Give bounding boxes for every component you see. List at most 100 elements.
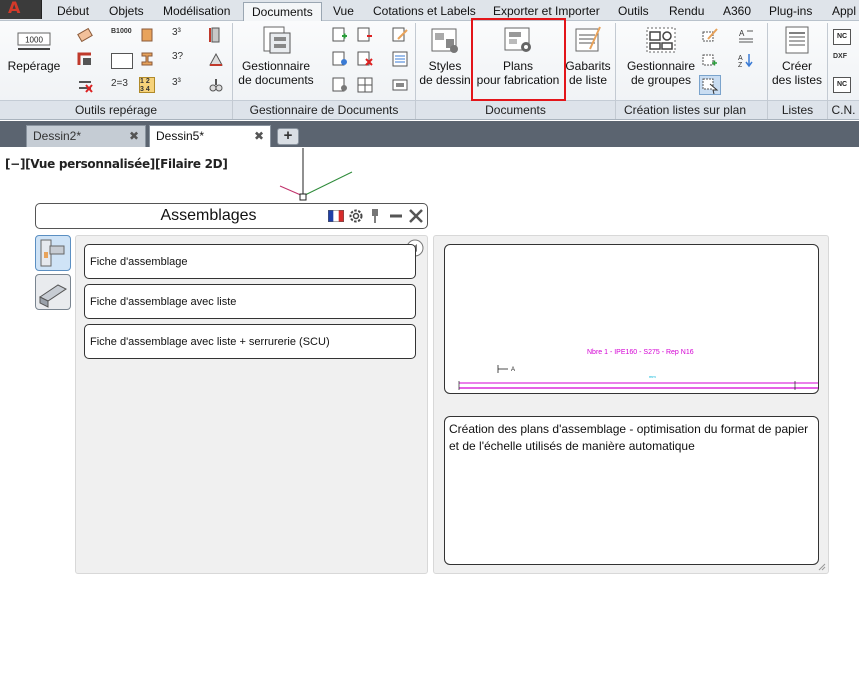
assemblages-dialog-titlebar[interactable]: Assemblages	[35, 203, 428, 229]
profile-mark-icon[interactable]	[139, 27, 155, 43]
dxf-export-icon[interactable]: DXF	[833, 53, 853, 69]
panel-title-gestionnaire-documents: Gestionnaire de Documents	[233, 100, 415, 119]
tab-rendu[interactable]: Rendu	[669, 3, 704, 21]
reperage-button[interactable]: 1000 Repérage	[6, 25, 62, 73]
grid-numbers-icon[interactable]: 1 2 3 4	[139, 77, 155, 93]
gestionnaire-groupes-button[interactable]: Gestionnaire de groupes	[622, 25, 700, 87]
panel-title-documents: Documents	[416, 100, 615, 119]
tab-debut[interactable]: Début	[57, 3, 89, 21]
resize-grip-icon[interactable]	[816, 561, 826, 571]
renumber-question-icon[interactable]: 3?	[172, 51, 188, 67]
template-preview: Nbre 1 - IPE160 - S275 - Rep N16 A mm	[444, 244, 819, 394]
document-grid-icon[interactable]	[357, 77, 373, 93]
update-document-icon[interactable]	[332, 51, 348, 67]
close-icon[interactable]: ✖	[254, 126, 264, 147]
bolt-mark-icon[interactable]	[208, 77, 224, 93]
document-manager-icon	[260, 25, 292, 55]
app-logo-icon: A	[8, 0, 21, 17]
delete-marks-icon[interactable]	[77, 77, 93, 93]
ucs-axes-icon	[279, 148, 353, 201]
svg-text:A: A	[511, 367, 515, 373]
doc-tab-dessin2[interactable]: Dessin2* ✖	[26, 125, 146, 147]
renumber-icon[interactable]: 3³	[172, 27, 188, 43]
highlight-box	[471, 18, 566, 101]
tab-outils[interactable]: Outils	[618, 3, 649, 21]
panel-title-creation-listes: Création listes sur plan	[616, 100, 748, 119]
beam-mark-icon[interactable]	[139, 51, 155, 67]
tab-objets[interactable]: Objets	[109, 3, 144, 21]
svg-text:Z: Z	[738, 62, 743, 68]
document-settings-icon[interactable]	[332, 77, 348, 93]
ribbon-tab-bar: A Début Objets Modélisation Documents Vu…	[0, 0, 859, 22]
renumber-check-icon[interactable]: 3³	[172, 77, 188, 93]
svg-text:A: A	[738, 55, 743, 62]
assembly-icon	[40, 239, 65, 267]
panel-title-cn: C.N.	[828, 100, 859, 119]
frame-mark-icon[interactable]	[111, 53, 133, 69]
tab-vue[interactable]: Vue	[333, 3, 354, 21]
tab-documents[interactable]: Documents	[243, 2, 322, 22]
preview-panel: Nbre 1 - IPE160 - S275 - Rep N16 A mm Cr…	[433, 235, 829, 574]
close-icon[interactable]: ✖	[129, 126, 139, 147]
tab-modelisation[interactable]: Modélisation	[163, 3, 230, 21]
preview-label: Nbre 1 - IPE160 - S275 - Rep N16	[587, 349, 694, 356]
document-list-icon[interactable]	[392, 51, 408, 67]
tab-a360[interactable]: A360	[723, 3, 751, 21]
viewport-label[interactable]: [−][Vue personnalisée][Filaire 2D]	[5, 157, 228, 171]
column-mark-icon[interactable]	[208, 27, 224, 43]
list-templates-icon	[572, 25, 604, 55]
svg-text:A: A	[739, 29, 745, 38]
group-add-icon[interactable]	[702, 53, 718, 69]
tab-cotations-labels[interactable]: Cotations et Labels	[373, 3, 476, 21]
preview-drawing: Nbre 1 - IPE160 - S275 - Rep N16 A mm	[458, 349, 818, 390]
reperage-icon: 1000	[17, 25, 51, 55]
gabarits-liste-button[interactable]: Gabarits de liste	[563, 25, 613, 87]
remove-document-icon[interactable]	[357, 27, 373, 43]
eraser-icon[interactable]	[77, 27, 93, 43]
group-edit-icon[interactable]	[702, 27, 718, 43]
list-item-fiche-assemblage-liste[interactable]: Fiche d'assemblage avec liste	[84, 284, 416, 319]
template-description: Création des plans d'assemblage - optimi…	[444, 416, 819, 565]
gestionnaire-documents-button[interactable]: Gestionnaire de documents	[236, 25, 316, 87]
list-item-fiche-assemblage-serrurerie[interactable]: Fiche d'assemblage avec liste + serrurer…	[84, 324, 416, 359]
assemblies-mode-button[interactable]	[35, 235, 71, 271]
reperage-label: Repérage	[7, 59, 61, 73]
panel-title-listes: Listes	[768, 100, 827, 119]
tab-plug-ins[interactable]: Plug-ins	[769, 3, 812, 21]
template-list-panel: Fiche d'assemblage Fiche d'assemblage av…	[75, 235, 428, 574]
panel-title-outils-reperage: Outils repérage	[0, 100, 232, 119]
application-menu-button[interactable]: A	[0, 0, 42, 19]
edit-document-icon[interactable]	[392, 27, 408, 43]
creer-listes-button[interactable]: Créer des listes	[771, 25, 823, 87]
svg-text:mm: mm	[649, 374, 656, 379]
b1000-icon[interactable]: B1000	[111, 28, 132, 44]
drawing-styles-icon	[429, 25, 461, 55]
list-item-fiche-assemblage[interactable]: Fiche d'assemblage	[84, 244, 416, 279]
text-align-icon[interactable]: A	[738, 28, 754, 44]
equals-mark-icon[interactable]: 2=3	[111, 78, 135, 94]
minimize-icon[interactable]	[388, 208, 404, 224]
gear-icon[interactable]	[348, 208, 364, 224]
document-view-icon[interactable]	[392, 77, 408, 93]
pin-icon[interactable]	[369, 208, 381, 224]
tab-appl[interactable]: Appl	[832, 3, 856, 21]
parts-mode-button[interactable]	[35, 274, 71, 310]
plate-mark-icon[interactable]	[208, 51, 224, 67]
nc-export-icon[interactable]: NC	[833, 29, 851, 45]
beam-part-icon	[39, 284, 67, 308]
delete-document-icon[interactable]	[357, 51, 373, 67]
french-flag-icon[interactable]	[328, 210, 344, 222]
sort-az-icon[interactable]: AZ	[738, 52, 754, 68]
doc-tab-dessin5[interactable]: Dessin5* ✖	[149, 125, 271, 147]
document-tab-bar: Dessin2* ✖ Dessin5* ✖ +	[0, 121, 859, 147]
reperage-value: 1000	[25, 36, 43, 45]
nc-settings-icon[interactable]: NC	[833, 77, 851, 93]
create-lists-icon	[781, 25, 813, 55]
new-tab-button[interactable]: +	[277, 128, 299, 145]
add-document-icon[interactable]	[332, 27, 348, 43]
corner-mark-icon[interactable]	[77, 51, 93, 67]
styles-dessin-button[interactable]: Styles de dessin	[419, 25, 471, 87]
group-manager-icon	[645, 25, 677, 55]
close-icon[interactable]	[408, 208, 424, 224]
group-select-icon[interactable]	[699, 75, 721, 95]
